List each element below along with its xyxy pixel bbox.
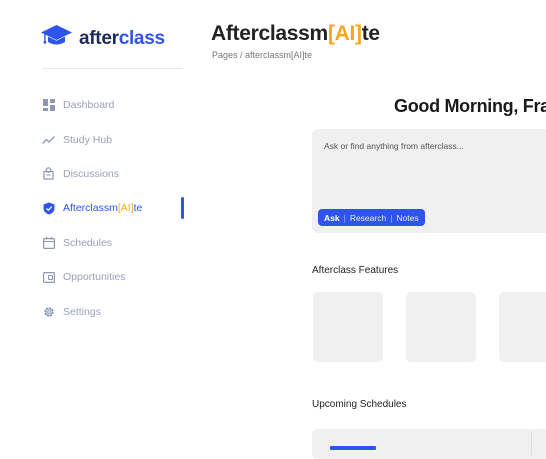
- schedule-card-divider: [531, 431, 532, 455]
- features-section-title: Afterclass Features: [312, 265, 399, 276]
- mode-separator: |: [390, 212, 393, 223]
- feature-card[interactable]: [499, 292, 546, 362]
- gear-icon: [42, 305, 55, 318]
- trend-line-icon: [42, 133, 55, 146]
- wallet-icon: [42, 271, 55, 284]
- sidebar-item-schedules[interactable]: Schedules: [0, 226, 200, 260]
- sidebar-item-settings[interactable]: Settings: [0, 294, 200, 328]
- sidebar-divider: [42, 68, 183, 69]
- discussions-icon: [42, 167, 55, 181]
- ask-input[interactable]: Ask or find anything from afterclass... …: [312, 129, 546, 233]
- sidebar-nav: Dashboard Study Hub Discussions Aftercla…: [0, 88, 200, 329]
- sidebar-item-label: Study Hub: [63, 133, 113, 146]
- graduation-cap-icon: [40, 24, 73, 53]
- sidebar: afterclass Dashboard Study Hub Discussio…: [0, 0, 200, 449]
- sidebar-item-dashboard[interactable]: Dashboard: [0, 88, 200, 122]
- mode-research-button[interactable]: Research: [350, 213, 386, 223]
- page-title: Afterclassm[AI]te: [211, 22, 380, 45]
- schedule-card[interactable]: [312, 429, 546, 459]
- ask-placeholder: Ask or find anything from afterclass...: [324, 141, 464, 151]
- mode-separator: |: [343, 212, 346, 223]
- sidebar-item-afterclassmate[interactable]: Afterclassm[AI]te: [0, 191, 200, 225]
- sidebar-item-study-hub[interactable]: Study Hub: [0, 122, 200, 156]
- shield-icon: [42, 202, 55, 215]
- brand-name: afterclass: [79, 27, 165, 49]
- sidebar-item-label: Opportunities: [63, 271, 126, 284]
- sidebar-item-discussions[interactable]: Discussions: [0, 157, 200, 191]
- sidebar-item-label: Dashboard: [63, 99, 115, 112]
- mode-ask-button[interactable]: Ask: [324, 213, 340, 223]
- sidebar-item-opportunities[interactable]: Opportunities: [0, 260, 200, 294]
- feature-card[interactable]: [406, 292, 476, 362]
- calendar-icon: [42, 236, 55, 249]
- schedules-section-title: Upcoming Schedules: [312, 399, 407, 410]
- breadcrumb: Pages / afterclassm[AI]te: [212, 50, 313, 60]
- sidebar-item-label: Settings: [63, 305, 101, 318]
- sidebar-item-label: Discussions: [63, 167, 120, 180]
- brand-logo[interactable]: afterclass: [40, 24, 165, 53]
- mode-notes-button[interactable]: Notes: [396, 213, 418, 223]
- sidebar-item-label: Afterclassm[AI]te: [63, 202, 143, 215]
- schedule-heading-block: [330, 446, 376, 450]
- dashboard-icon: [42, 99, 55, 112]
- feature-card[interactable]: [313, 292, 383, 362]
- mode-selector: Ask | Research | Notes: [318, 209, 425, 226]
- sidebar-item-label: Schedules: [63, 236, 113, 249]
- greeting: Good Morning, Fra: [394, 96, 546, 116]
